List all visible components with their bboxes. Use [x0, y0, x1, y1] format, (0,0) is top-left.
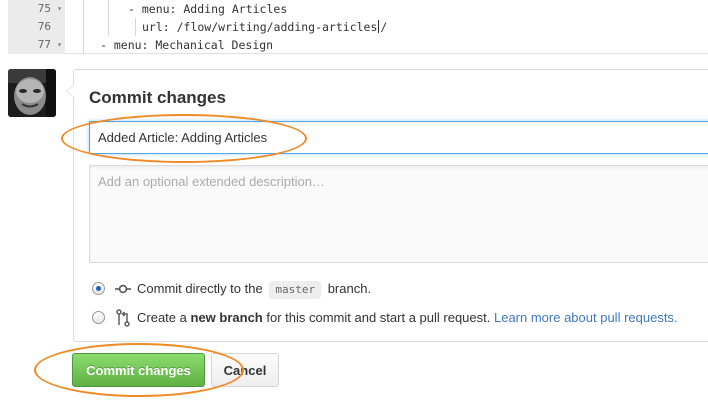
fold-arrow-icon[interactable]: ▾ [57, 36, 62, 54]
commit-summary-input[interactable] [89, 121, 708, 154]
commit-direct-option[interactable]: Commit directly to the master branch. [92, 279, 702, 299]
commit-direct-suffix: branch. [327, 281, 372, 296]
cancel-button[interactable]: Cancel [211, 353, 279, 387]
indent-guide [135, 18, 136, 36]
new-branch-radio[interactable] [92, 311, 105, 324]
code-editor[interactable]: 75 ▾ - menu: Adding Articles 76 url: /fl… [8, 0, 708, 54]
line-number: 77 [37, 38, 51, 51]
git-commit-icon [115, 284, 131, 294]
commit-description-input[interactable] [89, 165, 708, 263]
commit-direct-text: Commit directly to the [137, 281, 263, 296]
new-branch-option[interactable]: Create a new branch for this commit and … [92, 308, 702, 328]
line-number: 75 [37, 2, 51, 15]
code-text: url: /flow/writing/adding-articles / [142, 18, 387, 36]
code-text-before-cursor: url: /flow/writing/adding-articles [142, 20, 378, 34]
code-text: - menu: Mechanical Design [100, 38, 274, 52]
branch-name-tag: master [269, 281, 322, 299]
new-branch-label: Create a new branch for this commit and … [137, 310, 678, 326]
fold-arrow-icon[interactable]: ▾ [57, 0, 62, 18]
git-pull-request-icon [116, 309, 130, 327]
indent-guide [108, 18, 109, 36]
new-branch-suffix: for this commit and start a pull request… [266, 310, 491, 325]
code-line[interactable]: 76 url: /flow/writing/adding-articles / [8, 18, 708, 36]
commit-form-title: Commit changes [89, 88, 226, 107]
line-gutter: 77 ▾ [8, 36, 65, 54]
indent-guide [83, 18, 84, 36]
user-avatar[interactable] [8, 69, 56, 117]
line-gutter: 75 ▾ [8, 0, 65, 18]
line-number: 76 [37, 20, 51, 33]
commit-direct-radio[interactable] [92, 282, 105, 295]
code-text-after-cursor: / [380, 20, 388, 34]
code-line[interactable]: 77 ▾ - menu: Mechanical Design [8, 36, 708, 54]
line-gutter: 76 [8, 18, 65, 36]
code-line[interactable]: 75 ▾ - menu: Adding Articles [8, 0, 708, 18]
indent-guide [83, 0, 84, 18]
new-branch-bold-text: new branch [190, 310, 263, 325]
commit-direct-label: Commit directly to the master branch. [137, 281, 371, 299]
indent-guide [83, 36, 84, 54]
new-branch-text: Create a [137, 310, 187, 325]
avatar-image [8, 69, 56, 117]
learn-more-pull-requests-link[interactable]: Learn more about pull requests. [494, 310, 678, 325]
indent-guide [108, 0, 109, 18]
code-text: - menu: Adding Articles [128, 2, 288, 16]
commit-changes-button[interactable]: Commit changes [72, 353, 205, 387]
